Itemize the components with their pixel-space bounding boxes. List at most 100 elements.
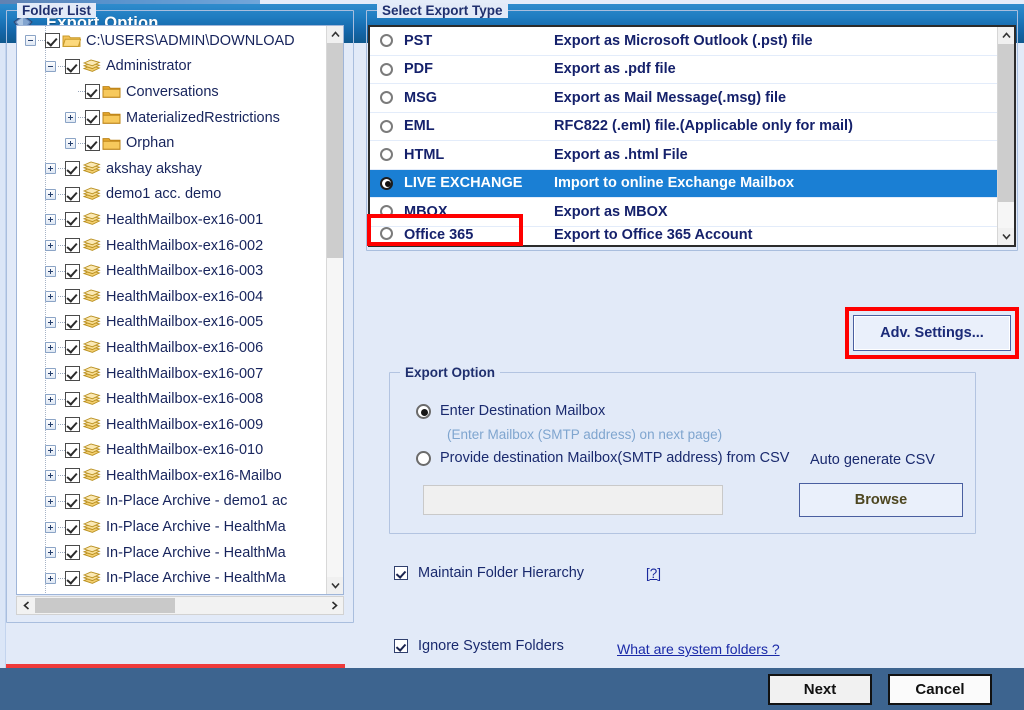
tree-item-checkbox[interactable] (65, 520, 80, 535)
expand-plus-icon[interactable] (65, 112, 76, 123)
expand-plus-icon[interactable] (45, 342, 56, 353)
what-are-system-folders-link[interactable]: What are system folders ? (617, 641, 780, 657)
hierarchy-help-link[interactable]: [?] (646, 566, 661, 581)
checkbox-ignore-system-folders[interactable]: Ignore System Folders (394, 638, 564, 654)
tree-item[interactable]: HealthMailbox-ex16-003 (17, 258, 326, 284)
expand-plus-icon[interactable] (45, 163, 56, 174)
tree-item-checkbox[interactable] (65, 571, 80, 586)
export-type-radio[interactable] (380, 205, 393, 218)
scroll-thumb[interactable] (327, 43, 343, 258)
export-type-row[interactable]: MBOXExport as MBOX (370, 198, 997, 227)
tree-item[interactable]: HealthMailbox-ex16-010 (17, 438, 326, 464)
tree-item-checkbox[interactable] (65, 289, 80, 304)
scroll-track-horizontal[interactable] (35, 597, 325, 614)
tree-item[interactable]: In-Place Archive - HealthMa (17, 514, 326, 540)
tree-item-checkbox[interactable] (65, 417, 80, 432)
tree-item-checkbox[interactable] (65, 315, 80, 330)
radio-provide-destination-from-csv[interactable]: Provide destination Mailbox(SMTP address… (416, 450, 789, 466)
tree-item[interactable]: Conversations (17, 79, 326, 105)
export-type-row[interactable]: Office 365Export to Office 365 Account (370, 227, 997, 246)
tree-item-checkbox[interactable] (45, 33, 60, 48)
auto-generate-csv-label[interactable]: Auto generate CSV (810, 452, 935, 468)
tree-item[interactable]: demo1 acc. demo (17, 182, 326, 208)
scroll-right-button[interactable] (325, 597, 343, 614)
tree-item[interactable]: C:\USERS\ADMIN\DOWNLOAD (17, 28, 326, 54)
expand-plus-icon[interactable] (45, 266, 56, 277)
export-type-list[interactable]: PSTExport as Microsoft Outlook (.pst) fi… (370, 27, 997, 245)
expand-plus-icon[interactable] (45, 522, 56, 533)
export-type-radio[interactable] (380, 120, 393, 133)
tree-item-checkbox[interactable] (65, 264, 80, 279)
tree-item[interactable]: HealthMailbox-ex16-007 (17, 361, 326, 387)
expand-plus-icon[interactable] (45, 470, 56, 481)
export-type-radio[interactable] (380, 63, 393, 76)
tree-item[interactable]: Administrator (17, 54, 326, 80)
tree-item[interactable]: HealthMailbox-ex16-Mailbo (17, 463, 326, 489)
tree-item[interactable]: MaterializedRestrictions (17, 105, 326, 131)
export-type-radio[interactable] (380, 148, 393, 161)
folder-tree[interactable]: C:\USERS\ADMIN\DOWNLOADAdministratorConv… (17, 26, 326, 594)
expand-plus-icon[interactable] (45, 368, 56, 379)
scroll-thumb-horizontal[interactable] (35, 598, 175, 613)
export-type-radio[interactable] (380, 177, 393, 190)
export-type-row[interactable]: EMLRFC822 (.eml) file.(Applicable only f… (370, 113, 997, 142)
tree-item[interactable]: In-Place Archive - demo1 ac (17, 489, 326, 515)
scroll-down-button[interactable] (998, 228, 1014, 245)
tree-item[interactable]: HealthMailbox-ex16-004 (17, 284, 326, 310)
export-type-row[interactable]: PSTExport as Microsoft Outlook (.pst) fi… (370, 27, 997, 56)
scroll-up-button[interactable] (998, 27, 1014, 44)
export-type-list-container[interactable]: PSTExport as Microsoft Outlook (.pst) fi… (368, 25, 1016, 247)
csv-path-input[interactable] (423, 485, 723, 515)
tree-item[interactable]: In-Place Archive - HealthMa (17, 565, 326, 591)
scroll-track[interactable] (327, 43, 343, 577)
scroll-left-button[interactable] (17, 597, 35, 614)
tree-item-checkbox[interactable] (65, 468, 80, 483)
tree-item-checkbox[interactable] (65, 161, 80, 176)
expand-plus-icon[interactable] (45, 496, 56, 507)
expand-plus-icon[interactable] (45, 214, 56, 225)
cancel-button[interactable]: Cancel (888, 674, 992, 705)
tree-item[interactable]: HealthMailbox-ex16-008 (17, 386, 326, 412)
expand-plus-icon[interactable] (45, 419, 56, 430)
export-type-radio[interactable] (380, 34, 393, 47)
tree-item-checkbox[interactable] (65, 340, 80, 355)
tree-item-checkbox[interactable] (65, 59, 80, 74)
export-type-row[interactable]: HTMLExport as .html File (370, 141, 997, 170)
expand-plus-icon[interactable] (45, 240, 56, 251)
export-type-radio[interactable] (380, 91, 393, 104)
expand-plus-icon[interactable] (45, 445, 56, 456)
tree-item[interactable]: HealthMailbox-ex16-002 (17, 233, 326, 259)
expand-plus-icon[interactable] (45, 547, 56, 558)
collapse-minus-icon[interactable] (25, 35, 36, 46)
tree-item-checkbox[interactable] (65, 238, 80, 253)
tree-item-checkbox[interactable] (85, 110, 100, 125)
tree-item-checkbox[interactable] (65, 187, 80, 202)
scroll-thumb[interactable] (998, 44, 1014, 202)
tree-item-checkbox[interactable] (65, 494, 80, 509)
tree-item-checkbox[interactable] (85, 136, 100, 151)
tree-item[interactable]: HealthMailbox-ex16-001 (17, 207, 326, 233)
scroll-down-button[interactable] (327, 577, 343, 594)
tree-item-checkbox[interactable] (65, 392, 80, 407)
tree-item-checkbox[interactable] (65, 443, 80, 458)
tree-item[interactable]: HealthMailbox-ex16-006 (17, 335, 326, 361)
tree-item-checkbox[interactable] (65, 545, 80, 560)
tree-item[interactable]: Orphan (17, 130, 326, 156)
export-type-radio[interactable] (380, 227, 393, 240)
folder-tree-container[interactable]: C:\USERS\ADMIN\DOWNLOADAdministratorConv… (16, 25, 344, 595)
export-type-row[interactable]: LIVE EXCHANGEImport to online Exchange M… (370, 170, 997, 199)
browse-button[interactable]: Browse (799, 483, 963, 517)
tree-item[interactable]: In-Place Archive - HealthMa (17, 540, 326, 566)
next-button[interactable]: Next (768, 674, 872, 705)
adv-settings-button[interactable]: Adv. Settings... (853, 315, 1011, 351)
folder-tree-vertical-scrollbar[interactable] (326, 26, 343, 594)
expand-plus-icon[interactable] (45, 189, 56, 200)
export-type-row[interactable]: PDFExport as .pdf file (370, 56, 997, 85)
export-type-vertical-scrollbar[interactable] (997, 27, 1014, 245)
expand-plus-icon[interactable] (45, 317, 56, 328)
folder-tree-horizontal-scrollbar[interactable] (16, 596, 344, 615)
radio-enter-destination-mailbox[interactable]: Enter Destination Mailbox (416, 403, 605, 419)
scroll-up-button[interactable] (327, 26, 343, 43)
expand-plus-icon[interactable] (45, 394, 56, 405)
expand-plus-icon[interactable] (45, 573, 56, 584)
